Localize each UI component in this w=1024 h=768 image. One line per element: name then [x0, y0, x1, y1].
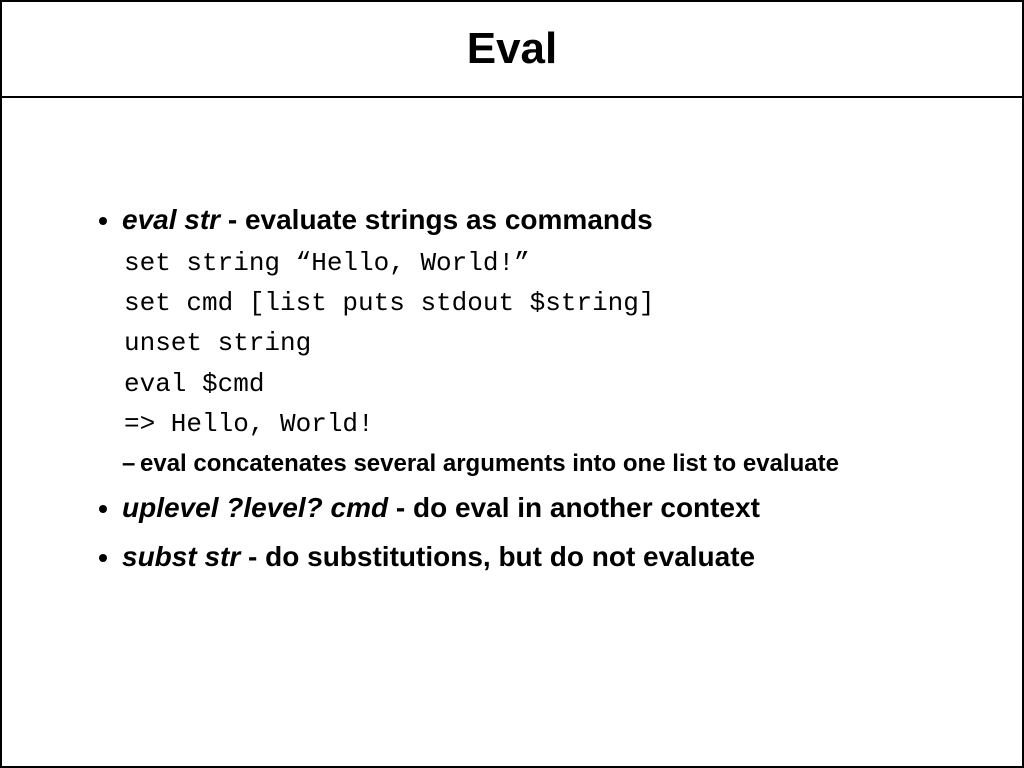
- slide: Eval eval str - evaluate strings as comm…: [0, 0, 1024, 768]
- code-line: eval $cmd: [124, 364, 942, 404]
- code-line: unset string: [124, 323, 942, 363]
- bullet-uplevel: uplevel ?level? cmd - do eval in another…: [122, 486, 942, 531]
- slide-content: eval str - evaluate strings as commands …: [2, 98, 1022, 624]
- bullet-desc: - evaluate strings as commands: [220, 204, 653, 235]
- bullet-desc: - do eval in another context: [388, 492, 760, 523]
- bullet-cmd: uplevel ?level? cmd: [122, 492, 388, 523]
- bullet-eval: eval str - evaluate strings as commands …: [122, 198, 942, 482]
- bullet-cmd: eval str: [122, 204, 220, 235]
- bullet-cmd: subst str: [122, 541, 240, 572]
- code-line: set cmd [list puts stdout $string]: [124, 283, 942, 323]
- slide-title: Eval: [467, 24, 558, 74]
- bullet-subst: subst str - do substitutions, but do not…: [122, 535, 942, 580]
- code-line: => Hello, World!: [124, 404, 942, 444]
- title-bar: Eval: [2, 2, 1022, 98]
- sub-bullet: –eval concatenates several arguments int…: [122, 446, 942, 482]
- code-line: set string “Hello, World!”: [124, 243, 942, 283]
- bullet-desc: - do substitutions, but do not evaluate: [240, 541, 755, 572]
